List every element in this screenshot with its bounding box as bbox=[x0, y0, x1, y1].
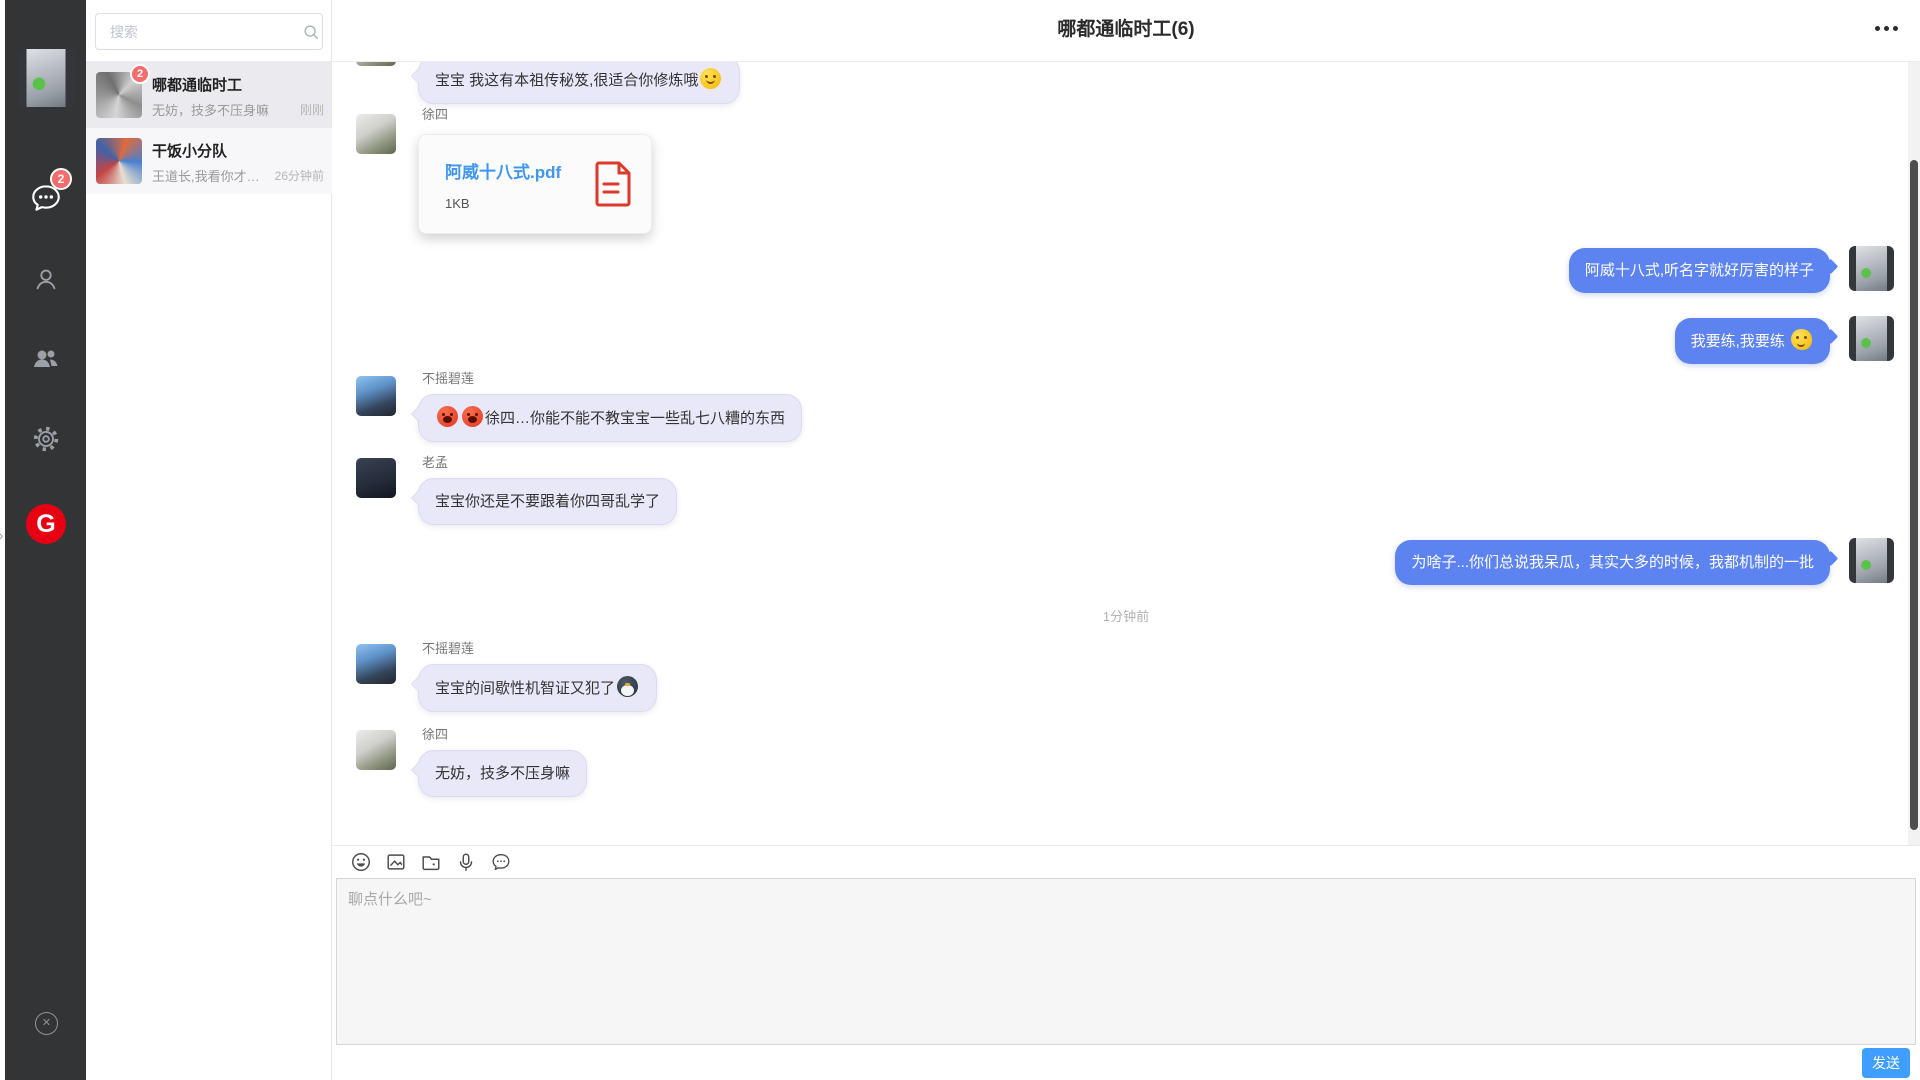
message-text: 宝宝 我这有本祖传秘笈,很适合你修炼哦 bbox=[435, 72, 698, 89]
message-text: 阿威十八式,听名字就好厉害的样子 bbox=[1585, 262, 1814, 279]
scrollbar-track bbox=[1908, 62, 1920, 845]
sidebar-item-groups[interactable] bbox=[5, 337, 86, 385]
chat-header: 哪都通临时工(6) bbox=[332, 0, 1920, 62]
message-text: 无妨，技多不压身嘛 bbox=[435, 765, 570, 782]
chat-time: 26分钟前 bbox=[275, 167, 324, 184]
message-sender: 不摇碧莲 bbox=[422, 638, 474, 657]
message-bubble: 无妨，技多不压身嘛 bbox=[418, 750, 587, 797]
message-text: 徐四…你能不能不教宝宝一些乱七八糟的东西 bbox=[485, 410, 785, 427]
close-icon[interactable]: ✕ bbox=[35, 1012, 58, 1035]
message-bubble: 宝宝你还是不要跟着你四哥乱学了 bbox=[418, 478, 677, 525]
message-text: 为啥子...你们总说我呆瓜，其实大多的时候，我都机制的一批 bbox=[1411, 554, 1814, 571]
sender-avatar[interactable] bbox=[356, 62, 396, 66]
message-bubble: 我要练,我要练 bbox=[1675, 318, 1830, 364]
sender-avatar[interactable] bbox=[1849, 538, 1894, 583]
sender-avatar[interactable] bbox=[356, 114, 396, 154]
message-input[interactable] bbox=[336, 878, 1916, 1045]
chat-title: 哪都通临时工(6) bbox=[332, 0, 1920, 60]
sidebar-item-chats[interactable]: 2 bbox=[5, 176, 86, 224]
settings-gear-icon bbox=[31, 424, 61, 459]
composer-toolbar bbox=[332, 845, 1920, 878]
chat-preview: 无妨，技多不压身嘛 bbox=[152, 100, 274, 119]
current-user-avatar[interactable] bbox=[17, 49, 75, 107]
scrollbar-thumb[interactable] bbox=[1910, 160, 1918, 830]
chat-name: 干饭小分队 bbox=[152, 140, 227, 161]
chat-preview: 王道长,我看你才… bbox=[152, 166, 274, 185]
sidebar-item-settings[interactable] bbox=[5, 417, 86, 465]
sender-avatar[interactable] bbox=[356, 376, 396, 416]
microphone-icon[interactable] bbox=[455, 851, 477, 873]
chat-name: 哪都通临时工 bbox=[152, 74, 242, 95]
message-bubble: 为啥子...你们总说我呆瓜，其实大多的时候，我都机制的一批 bbox=[1395, 540, 1830, 585]
file-size: 1KB bbox=[445, 196, 593, 211]
group-avatar bbox=[96, 138, 142, 184]
search-row bbox=[86, 0, 332, 62]
app-logo[interactable]: G bbox=[26, 504, 66, 544]
message-sender: 不摇碧莲 bbox=[422, 368, 474, 387]
file-info: 阿威十八式.pdf 1KB bbox=[445, 158, 593, 211]
file-name: 阿威十八式.pdf bbox=[445, 158, 593, 183]
sender-avatar[interactable] bbox=[356, 458, 396, 498]
sender-avatar[interactable] bbox=[356, 644, 396, 684]
message-text: 我要练,我要练 bbox=[1691, 333, 1789, 350]
message-sender: 老孟 bbox=[422, 452, 448, 471]
contacts-icon bbox=[31, 264, 61, 299]
unread-count-badge: 2 bbox=[130, 64, 150, 84]
unread-count-badge: 2 bbox=[50, 168, 72, 190]
app-window: 2 G ✕ › bbox=[0, 0, 1920, 1080]
chat-list-panel: 2 哪都通临时工 无妨，技多不压身嘛 刚刚 干饭小分队 王道长,我看你才… 26… bbox=[86, 0, 332, 1080]
message-sender: 徐四 bbox=[422, 724, 448, 743]
pdf-file-icon bbox=[593, 161, 633, 207]
enraged-face-emoji bbox=[437, 406, 458, 427]
file-attachment[interactable]: 阿威十八式.pdf 1KB bbox=[418, 134, 652, 234]
message-bubble: 宝宝的间歇性机智证又犯了 bbox=[418, 664, 657, 712]
emoji-picker-icon[interactable] bbox=[350, 851, 372, 873]
chat-history-icon[interactable] bbox=[490, 851, 512, 873]
melting-face-emoji bbox=[1791, 329, 1812, 350]
penguin-emoji bbox=[617, 676, 638, 697]
messages-area: 宝宝 我这有本祖传秘笈,很适合你修炼哦 徐四 阿威十八式.pdf 1KB 阿威十… bbox=[332, 62, 1920, 845]
chat-pane: 哪都通临时工(6) 宝宝 我这有本祖传秘笈,很适合你修炼哦 徐四 阿威十八式.p… bbox=[332, 0, 1920, 1080]
message-bubble: 宝宝 我这有本祖传秘笈,很适合你修炼哦 bbox=[418, 62, 740, 104]
send-button[interactable]: 发送 bbox=[1862, 1048, 1910, 1078]
sender-avatar[interactable] bbox=[356, 730, 396, 770]
send-row: 发送 bbox=[332, 1045, 1920, 1080]
sidebar-item-contacts[interactable] bbox=[5, 257, 86, 305]
hugging-face-emoji bbox=[700, 68, 721, 89]
folder-icon[interactable] bbox=[420, 851, 442, 873]
sender-avatar[interactable] bbox=[1849, 246, 1894, 291]
groups-icon bbox=[30, 343, 62, 380]
more-options-icon[interactable] bbox=[1875, 26, 1898, 31]
chat-list-item-ganfan[interactable]: 干饭小分队 王道长,我看你才… 26分钟前 bbox=[86, 128, 332, 194]
search-icon[interactable] bbox=[299, 14, 322, 49]
search-box bbox=[95, 13, 323, 50]
chat-list-item-nadutong[interactable]: 2 哪都通临时工 无妨，技多不压身嘛 刚刚 bbox=[86, 62, 332, 128]
time-divider: 1分钟前 bbox=[332, 606, 1920, 625]
image-icon[interactable] bbox=[385, 851, 407, 873]
enraged-face-emoji bbox=[462, 406, 483, 427]
nav-rail: 2 G ✕ bbox=[5, 0, 86, 1080]
sender-avatar[interactable] bbox=[1849, 316, 1894, 361]
chat-time: 刚刚 bbox=[300, 101, 324, 118]
search-input[interactable] bbox=[96, 24, 299, 40]
composer bbox=[336, 878, 1916, 1045]
collapse-chevron-icon[interactable]: › bbox=[0, 528, 3, 543]
message-text: 宝宝的间歇性机智证又犯了 bbox=[435, 680, 615, 697]
message-text: 宝宝你还是不要跟着你四哥乱学了 bbox=[435, 493, 660, 510]
message-bubble: 阿威十八式,听名字就好厉害的样子 bbox=[1569, 248, 1830, 293]
message-sender: 徐四 bbox=[422, 104, 448, 123]
message-bubble: 徐四…你能不能不教宝宝一些乱七八糟的东西 bbox=[418, 394, 802, 442]
